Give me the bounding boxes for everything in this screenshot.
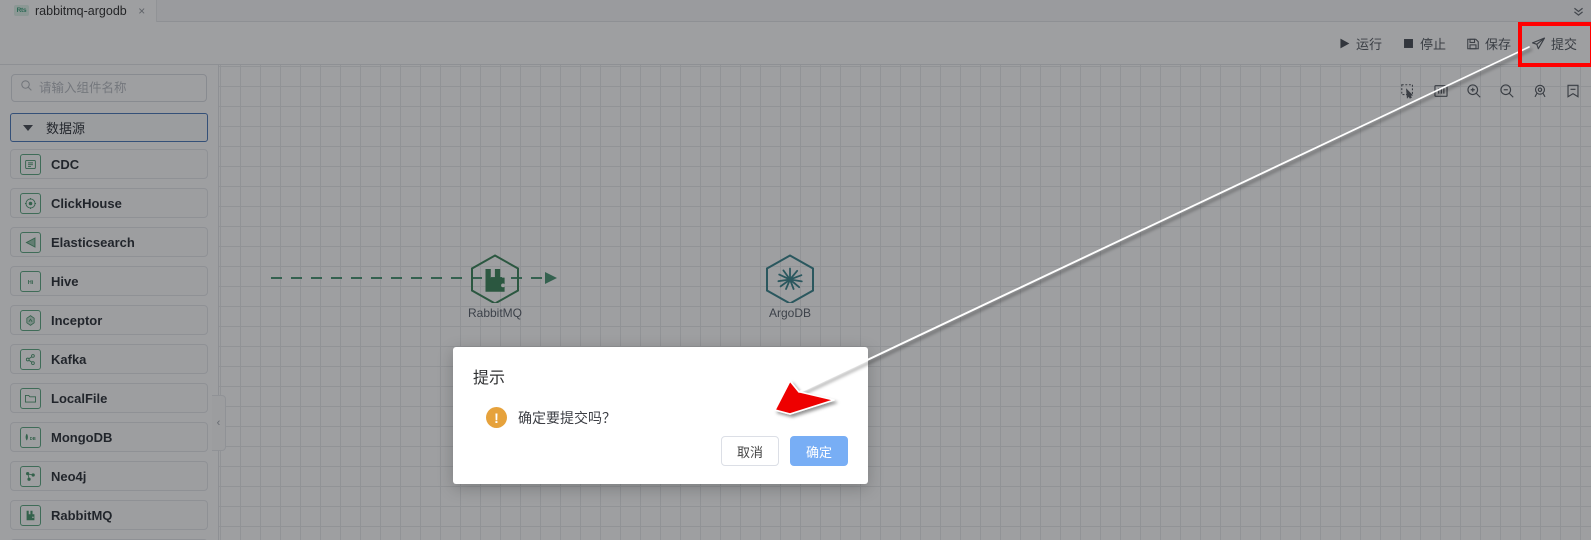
annotation-highlight-box: [1518, 22, 1591, 67]
confirm-dialog: 提示 ! 确定要提交吗？ 取消 确定: [453, 347, 868, 484]
confirm-button[interactable]: 确定: [789, 436, 848, 466]
cancel-button[interactable]: 取消: [720, 436, 779, 466]
dialog-body: ! 确定要提交吗？: [473, 407, 848, 428]
warning-icon: !: [486, 407, 507, 428]
app-root: Rts rabbitmq-argodb × 运行 停止 保存 提交 请输入组件名…: [0, 0, 1591, 540]
dialog-footer: 取消 确定: [720, 436, 848, 466]
dialog-title: 提示: [473, 370, 506, 387]
dialog-message: 确定要提交吗？: [518, 409, 616, 426]
